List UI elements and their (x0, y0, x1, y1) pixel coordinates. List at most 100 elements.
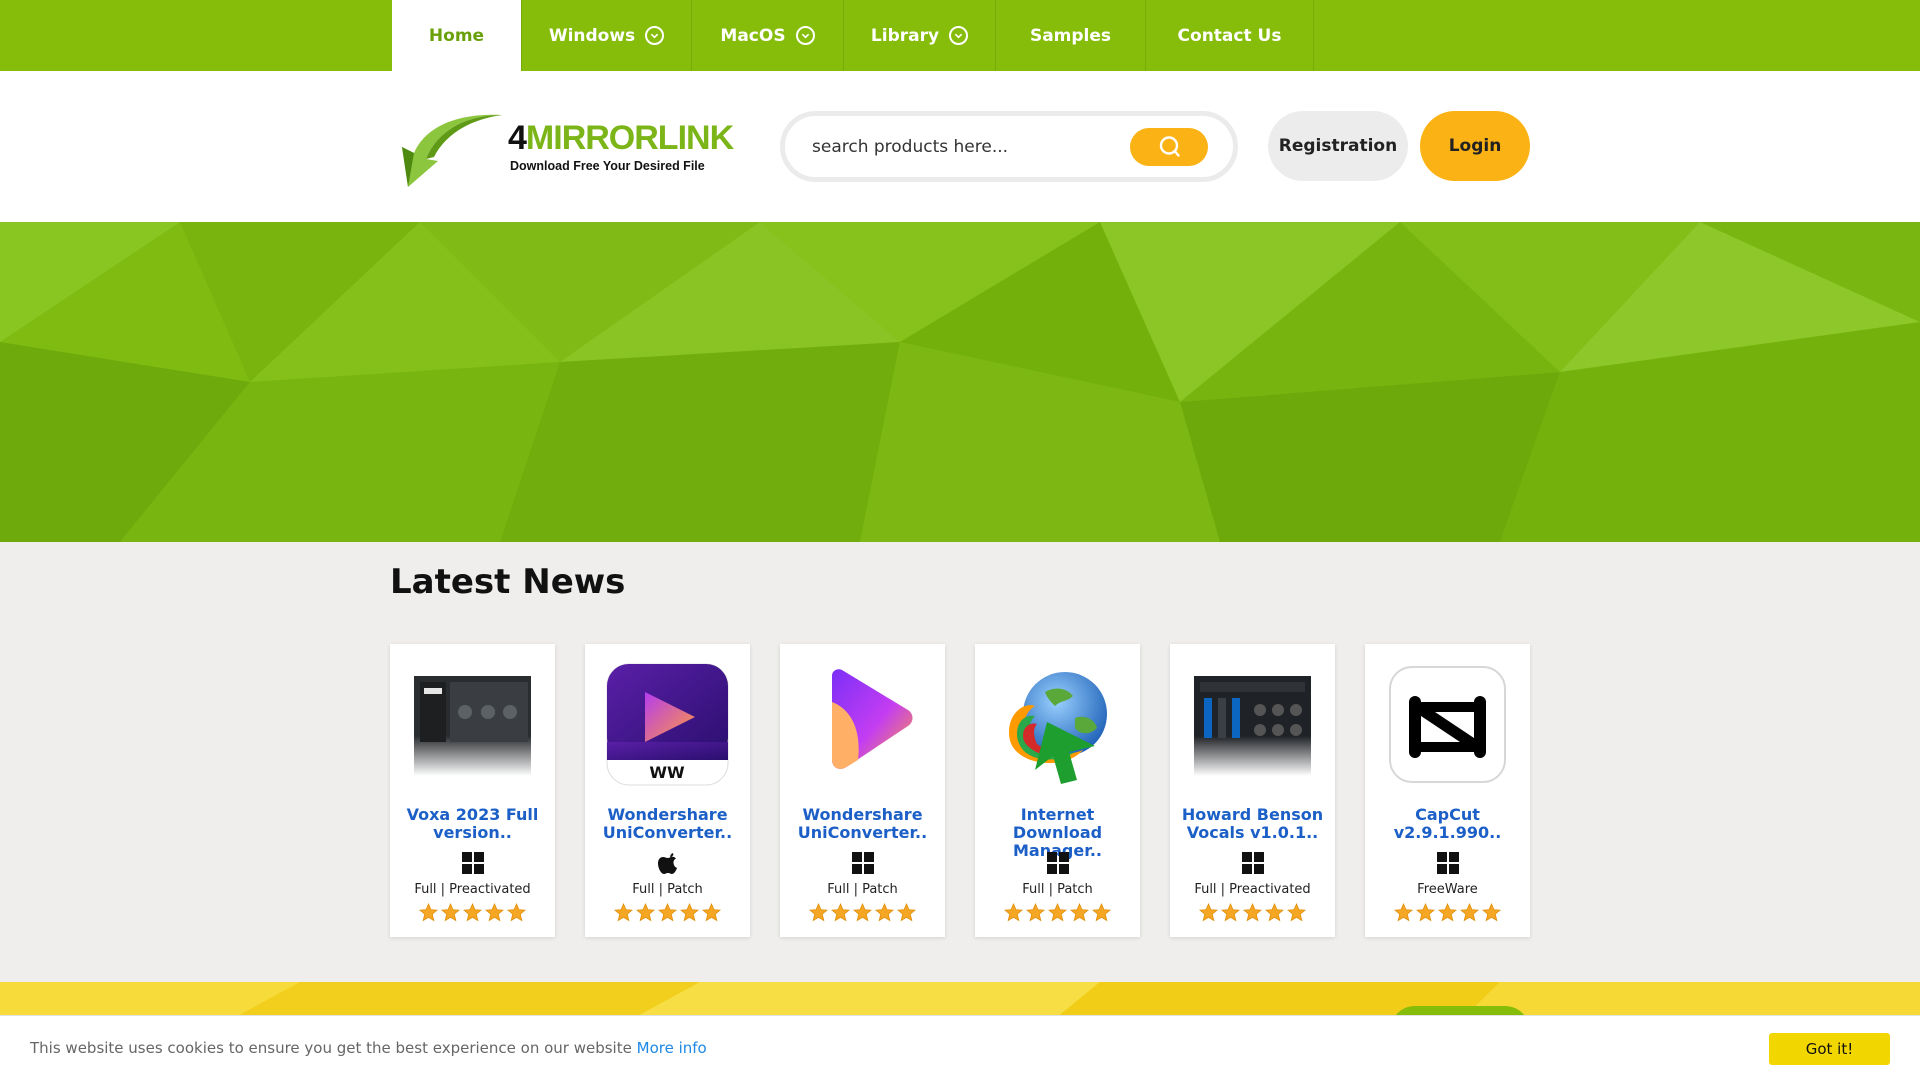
nav-item-contact-us[interactable]: Contact Us (1146, 0, 1314, 71)
search-input[interactable] (812, 134, 1112, 160)
rating-stars (975, 903, 1140, 922)
star-icon (680, 903, 699, 922)
product-card[interactable]: Wondershare UniConverter.. Full | Patch (780, 644, 945, 937)
star-icon (1004, 903, 1023, 922)
star-icon (831, 903, 850, 922)
nav-item-label: MacOS (720, 25, 786, 46)
cookie-message: This website uses cookies to ensure you … (30, 1039, 707, 1057)
cookie-consent-bar: This website uses cookies to ensure you … (0, 1015, 1920, 1080)
rating-stars (1170, 903, 1335, 922)
star-icon (875, 903, 894, 922)
product-name[interactable]: Wondershare UniConverter.. (591, 806, 744, 842)
star-icon (702, 903, 721, 922)
star-icon (419, 903, 438, 922)
star-icon (1482, 903, 1501, 922)
apple-icon (655, 850, 680, 875)
arrow-logo-icon (402, 114, 502, 187)
rating-stars (780, 903, 945, 922)
cookie-accept-button[interactable]: Got it! (1769, 1033, 1890, 1065)
product-type: Full | Patch (827, 882, 898, 897)
chevron-down-icon (645, 26, 665, 45)
nav-item-samples[interactable]: Samples (996, 0, 1146, 71)
chevron-down-icon (795, 26, 815, 45)
star-icon (1092, 903, 1111, 922)
nav-item-library[interactable]: Library (844, 0, 996, 71)
uniconverter-icon (800, 662, 925, 787)
product-card[interactable]: CapCut v2.9.1.990.. FreeWare (1365, 644, 1530, 937)
star-icon (809, 903, 828, 922)
login-button[interactable]: Login (1420, 111, 1530, 181)
nav-item-windows[interactable]: Windows (522, 0, 692, 71)
nav-item-label: Home (428, 25, 485, 46)
nav-item-label: Contact Us (1177, 25, 1282, 46)
product-card-list: Voxa 2023 Full version.. Full | Preactiv… (390, 644, 1530, 937)
product-type: Full | Patch (1022, 882, 1093, 897)
nav-item-macos[interactable]: MacOS (692, 0, 844, 71)
star-icon (614, 903, 633, 922)
star-icon (1265, 903, 1284, 922)
capcut-icon (1385, 662, 1510, 787)
windows-icon (1240, 850, 1265, 875)
site-header: 4MIRRORLINK Download Free Your Desired F… (0, 71, 1920, 222)
star-icon (1070, 903, 1089, 922)
nav-menu: Home Windows MacOS Library Samples Conta… (392, 0, 1314, 71)
more-info-link[interactable]: More info (637, 1039, 707, 1057)
nav-item-label: Windows (548, 25, 636, 46)
rating-stars (1365, 903, 1530, 922)
windows-icon (850, 850, 875, 875)
star-icon (1199, 903, 1218, 922)
logo-tagline: Download Free Your Desired File (510, 159, 705, 173)
star-icon (1221, 903, 1240, 922)
top-navigation: Home Windows MacOS Library Samples Conta… (0, 0, 1920, 71)
registration-button[interactable]: Registration (1268, 111, 1408, 181)
product-name[interactable]: CapCut v2.9.1.990.. (1371, 806, 1524, 842)
product-card[interactable]: Internet Download Manager.. Full | Patch (975, 644, 1140, 937)
chevron-down-icon (949, 26, 969, 45)
star-icon (1416, 903, 1435, 922)
product-type: FreeWare (1417, 882, 1478, 897)
star-icon (1394, 903, 1413, 922)
latest-news-title: Latest News (390, 562, 626, 602)
star-icon (1026, 903, 1045, 922)
product-card[interactable]: Voxa 2023 Full version.. Full | Preactiv… (390, 644, 555, 937)
polygon-pattern-image (0, 222, 1920, 542)
star-icon (507, 903, 526, 922)
howard-benson-plugin-image (1190, 662, 1315, 787)
svg-text:WW: WW (649, 763, 685, 782)
nav-item-label: Library (870, 25, 940, 46)
hero-banner (0, 222, 1920, 542)
star-icon (658, 903, 677, 922)
star-icon (485, 903, 504, 922)
nav-item-label: Samples (1029, 25, 1112, 46)
site-logo[interactable]: 4MIRRORLINK Download Free Your Desired F… (398, 111, 743, 189)
star-icon (441, 903, 460, 922)
rating-stars (390, 903, 555, 922)
search-box (780, 111, 1238, 182)
star-icon (1287, 903, 1306, 922)
star-icon (1243, 903, 1262, 922)
uniconverter-mac-icon: WW (605, 662, 730, 787)
product-card[interactable]: WW Wondershare UniConverter.. Full | Pat… (585, 644, 750, 937)
product-type: Full | Preactivated (414, 882, 531, 897)
star-icon (1048, 903, 1067, 922)
product-type: Full | Patch (632, 882, 703, 897)
product-name[interactable]: Wondershare UniConverter.. (786, 806, 939, 842)
star-icon (1438, 903, 1457, 922)
star-icon (636, 903, 655, 922)
logo-brand: 4MIRRORLINK (508, 119, 734, 157)
idm-globe-icon (995, 662, 1120, 787)
search-button[interactable] (1130, 128, 1208, 166)
windows-icon (1435, 850, 1460, 875)
star-icon (1460, 903, 1479, 922)
nav-item-home[interactable]: Home (392, 0, 522, 71)
product-name[interactable]: Howard Benson Vocals v1.0.1.. (1176, 806, 1329, 842)
product-name[interactable]: Voxa 2023 Full version.. (396, 806, 549, 842)
windows-icon (1045, 850, 1070, 875)
product-type: Full | Preactivated (1194, 882, 1311, 897)
voxa-plugin-image (410, 662, 535, 787)
windows-icon (460, 850, 485, 875)
product-card[interactable]: Howard Benson Vocals v1.0.1.. Full | Pre… (1170, 644, 1335, 937)
star-icon (463, 903, 482, 922)
rating-stars (585, 903, 750, 922)
star-icon (853, 903, 872, 922)
